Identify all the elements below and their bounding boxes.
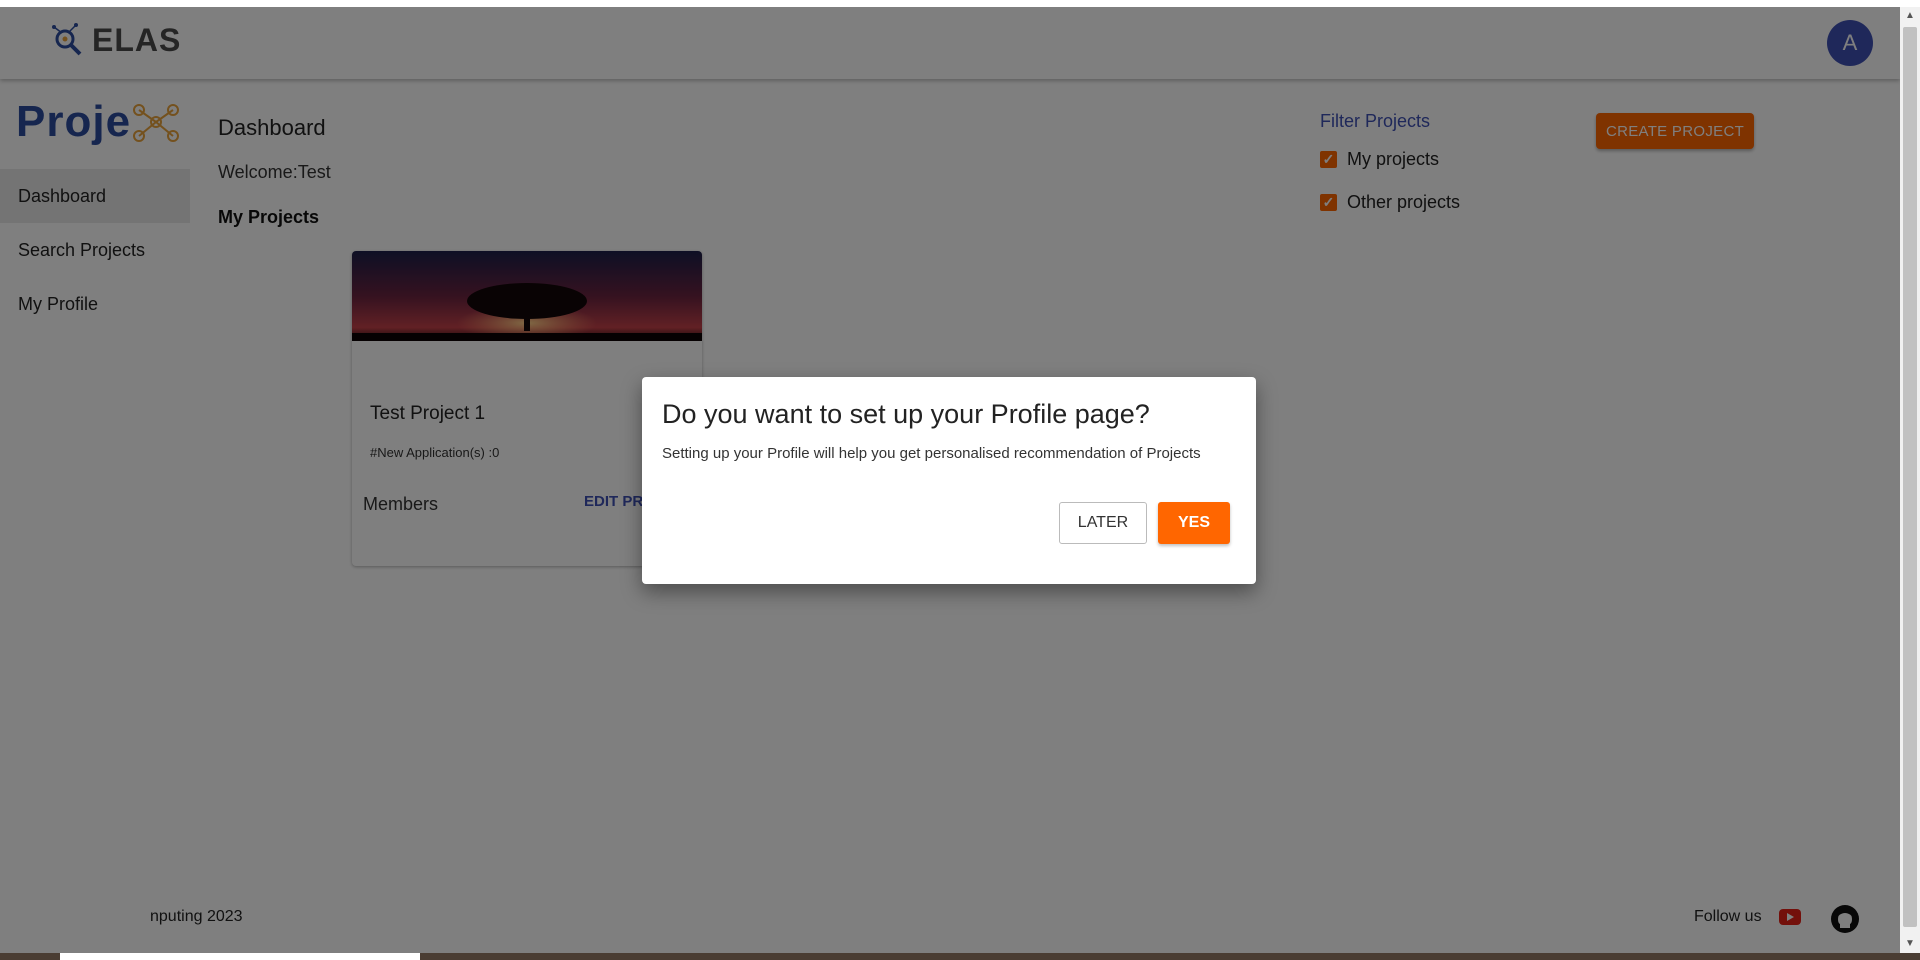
- taskbar-strip: [0, 953, 1920, 960]
- scroll-up-arrow-icon[interactable]: ▲: [1900, 7, 1920, 25]
- scroll-thumb[interactable]: [1903, 27, 1917, 927]
- dialog-title: Do you want to set up your Profile page?: [662, 399, 1150, 429]
- browser-top-strip: [0, 0, 1920, 7]
- yes-button[interactable]: YES: [1158, 502, 1230, 544]
- scroll-down-arrow-icon[interactable]: ▼: [1900, 935, 1920, 953]
- dialog-text: Setting up your Profile will help you ge…: [662, 445, 1201, 462]
- later-button[interactable]: LATER: [1059, 502, 1147, 544]
- profile-setup-dialog: Do you want to set up your Profile page?…: [642, 377, 1256, 584]
- scrollbar[interactable]: ▲ ▼: [1900, 7, 1920, 953]
- taskbar-item: [60, 953, 420, 960]
